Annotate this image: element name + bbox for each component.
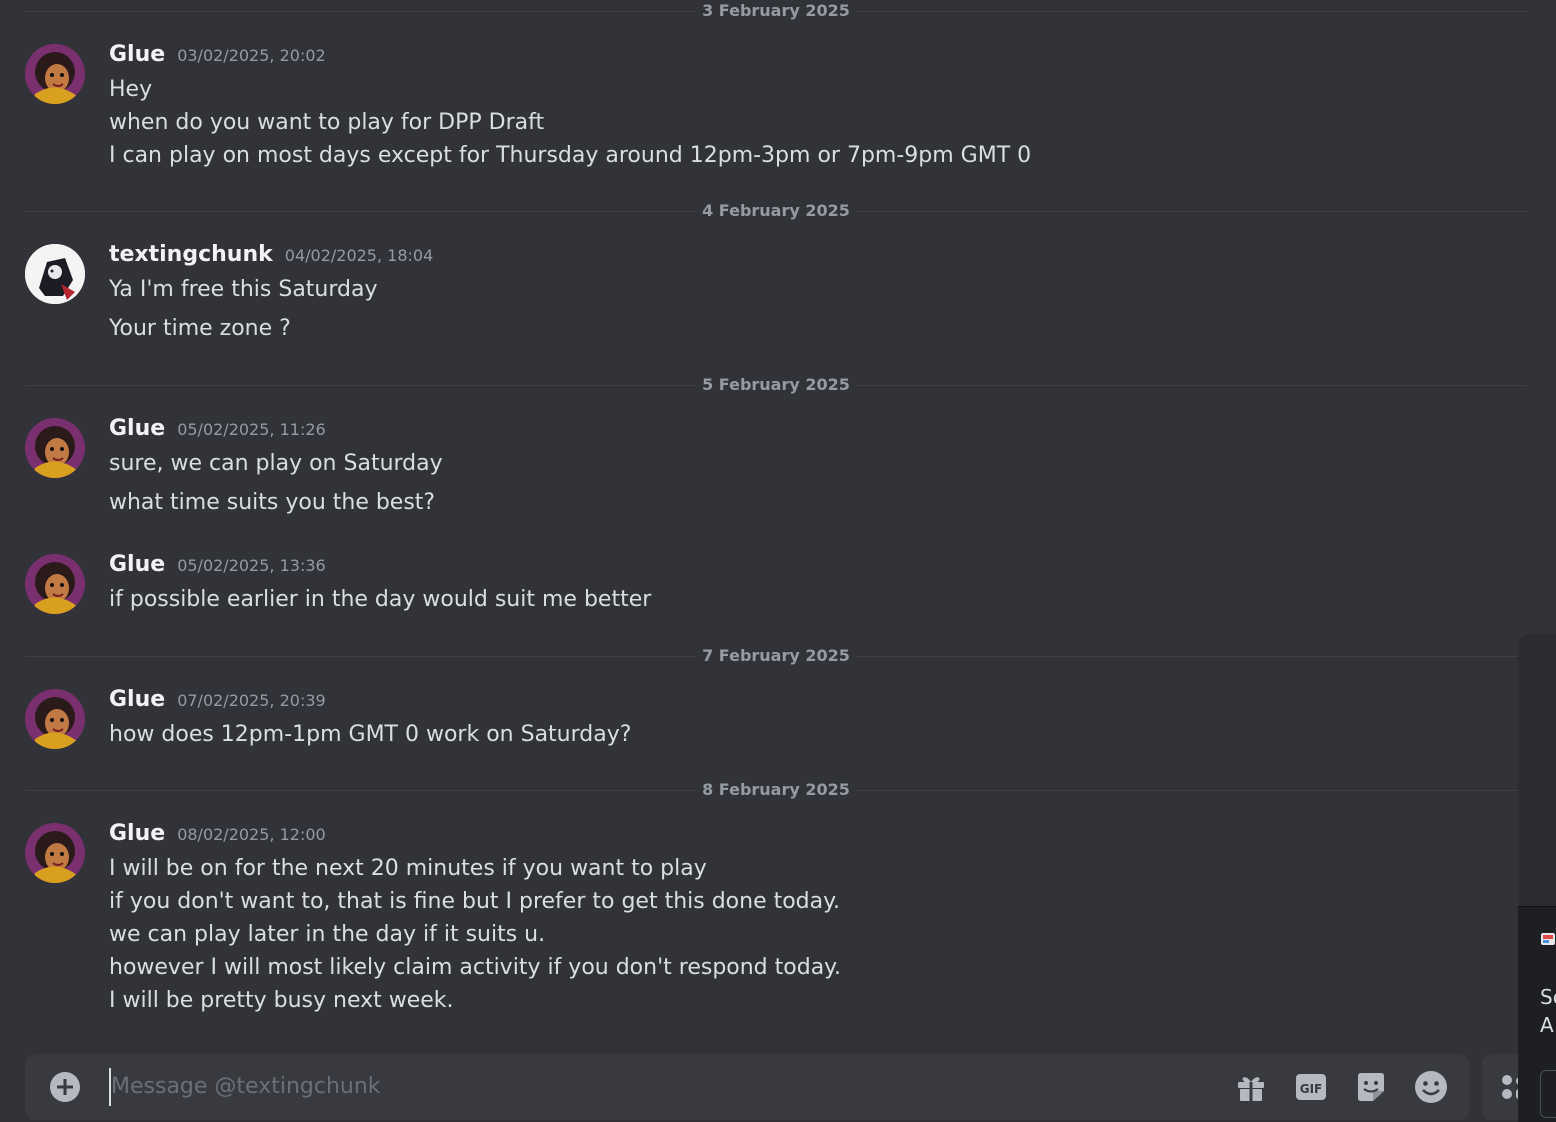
username[interactable]: Glue — [109, 416, 165, 441]
date-divider: 4 February 2025 — [25, 201, 1527, 221]
message-list: 3 February 2025 Glue 03/02/2025, 20:02 H… — [0, 0, 1530, 1121]
username[interactable]: Glue — [109, 687, 165, 712]
notification-popup: Sc A — [1518, 906, 1556, 1122]
timestamp: 08/02/2025, 12:00 — [177, 825, 326, 844]
username[interactable]: Glue — [109, 552, 165, 577]
message-text: Ya I'm free this Saturday — [109, 277, 378, 302]
timestamp: 04/02/2025, 18:04 — [284, 246, 434, 265]
gift-icon[interactable] — [1233, 1069, 1269, 1105]
message-text: sure, we can play on Saturday — [109, 451, 443, 476]
message-input[interactable]: Message @textingchunk — [109, 1068, 1171, 1106]
message-text: I can play on most days except for Thurs… — [109, 143, 1032, 168]
popup-text: Sc — [1540, 985, 1556, 1009]
message-text: if possible earlier in the day would sui… — [109, 587, 652, 612]
username[interactable]: Glue — [109, 42, 165, 67]
timestamp: 03/02/2025, 20:02 — [177, 46, 326, 65]
gif-icon[interactable]: GIF — [1293, 1069, 1329, 1105]
date-divider: 5 February 2025 — [25, 375, 1527, 395]
avatar-glue[interactable] — [25, 823, 85, 883]
message-text: we can play later in the day if it suits… — [109, 922, 546, 947]
sticker-icon[interactable] — [1353, 1069, 1389, 1105]
avatar-textingchunk[interactable] — [25, 244, 85, 304]
avatar-glue[interactable] — [25, 44, 85, 104]
username[interactable]: Glue — [109, 821, 165, 846]
date-divider-label: 8 February 2025 — [696, 780, 856, 800]
message-text: when do you want to play for DPP Draft — [109, 110, 545, 135]
timestamp: 07/02/2025, 20:39 — [177, 691, 326, 710]
date-divider: 7 February 2025 — [25, 646, 1527, 666]
date-divider: 3 February 2025 — [25, 1, 1527, 21]
avatar-glue[interactable] — [25, 418, 85, 478]
popup-text: A — [1540, 1013, 1554, 1037]
date-divider-label: 5 February 2025 — [696, 375, 856, 395]
popup-button[interactable] — [1540, 1070, 1556, 1118]
avatar-glue[interactable] — [25, 689, 85, 749]
side-panel — [1518, 634, 1556, 906]
message-text: what time suits you the best? — [109, 490, 436, 515]
message-text: I will be pretty busy next week. — [109, 988, 454, 1013]
date-divider-label: 3 February 2025 — [696, 1, 856, 21]
message-text: if you don't want to, that is fine but I… — [109, 889, 841, 914]
date-divider: 8 February 2025 — [25, 780, 1527, 800]
timestamp: 05/02/2025, 11:26 — [177, 420, 326, 439]
message-text: I will be on for the next 20 minutes if … — [109, 856, 707, 881]
avatar-glue[interactable] — [25, 554, 85, 614]
svg-text:GIF: GIF — [1300, 1082, 1323, 1096]
message-text: how does 12pm-1pm GMT 0 work on Saturday… — [109, 722, 632, 747]
username[interactable]: textingchunk — [109, 242, 273, 267]
message-text: Your time zone ? — [109, 316, 291, 341]
notification-icon — [1540, 931, 1556, 947]
message-composer: Message @textingchunk GIF — [25, 1054, 1469, 1120]
message-text: however I will most likely claim activit… — [109, 955, 842, 980]
emoji-icon[interactable] — [1413, 1069, 1449, 1105]
timestamp: 05/02/2025, 13:36 — [177, 556, 326, 575]
date-divider-label: 7 February 2025 — [696, 646, 856, 666]
date-divider-label: 4 February 2025 — [696, 201, 856, 221]
message-text: Hey — [109, 77, 153, 102]
plus-circle-icon[interactable] — [49, 1071, 81, 1103]
